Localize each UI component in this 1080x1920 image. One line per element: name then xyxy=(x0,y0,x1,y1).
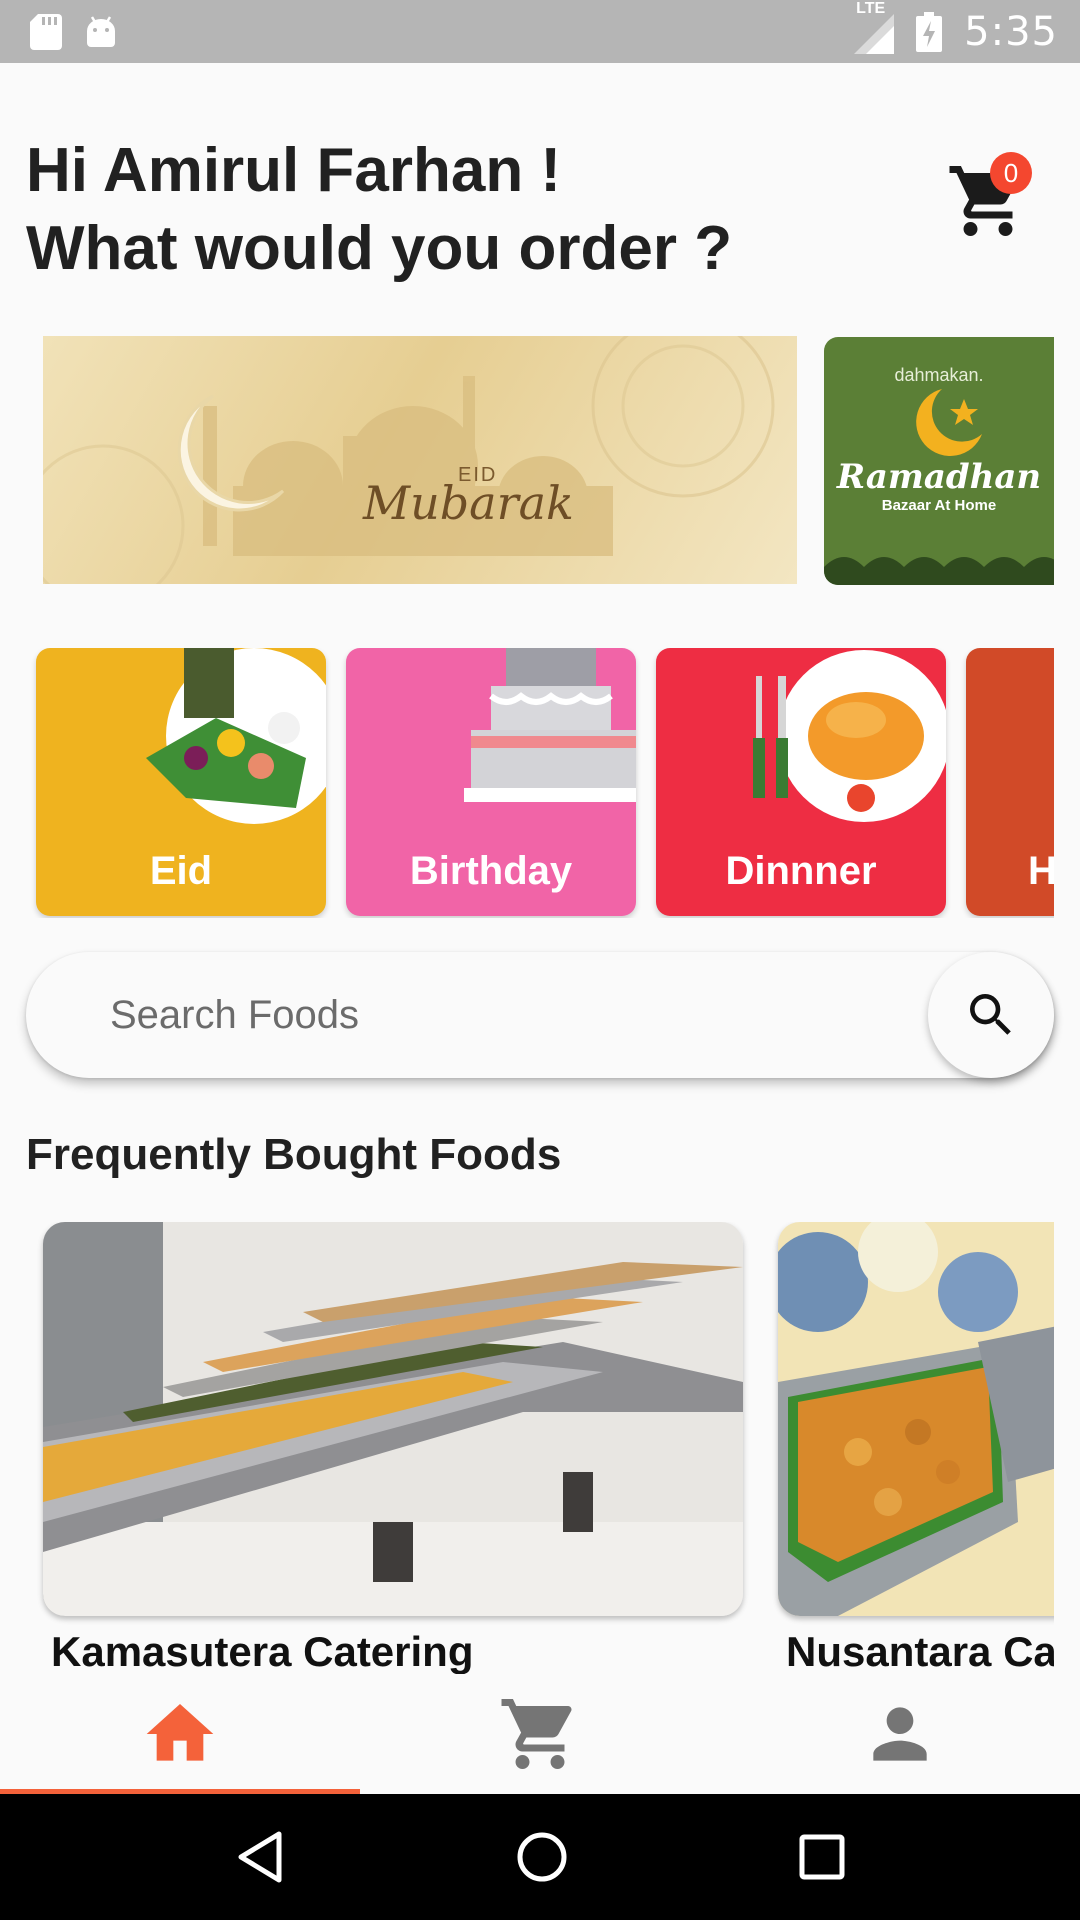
food-name: Kamasutera Catering xyxy=(51,1628,474,1674)
roast-chicken-image xyxy=(753,650,946,822)
home-icon xyxy=(146,1704,214,1761)
category-label: Dinnner xyxy=(725,849,877,893)
search-button[interactable] xyxy=(928,952,1054,1078)
category-carousel[interactable]: Eid Birthday Dinnner H xyxy=(0,648,1054,918)
search-input[interactable] xyxy=(110,982,890,1048)
recents-icon[interactable] xyxy=(799,1834,845,1880)
ramadhan-bazaar-banner[interactable]: dahmakan. Ramadhan Bazaar At Home xyxy=(824,337,1054,585)
category-label: H xyxy=(1028,849,1054,893)
sd-card-icon xyxy=(30,13,62,50)
category-label: Eid xyxy=(149,849,213,893)
bazaar-subtitle: Bazaar At Home xyxy=(881,497,997,514)
greeting-line: Hi Amirul Farhan ! xyxy=(26,136,562,205)
nav-home[interactable] xyxy=(0,1674,360,1794)
nav-profile[interactable] xyxy=(720,1674,1080,1794)
category-dinner[interactable]: Dinnner xyxy=(656,648,946,916)
category-eid[interactable]: Eid xyxy=(36,648,326,916)
question-line: What would you order ? xyxy=(26,214,733,283)
system-navigation-bar xyxy=(0,1794,1080,1920)
catering-buffet-image xyxy=(43,1222,743,1616)
profile-icon xyxy=(873,1707,927,1761)
cart-button[interactable]: 0 xyxy=(946,148,1046,248)
food-name: Nusantara Cat xyxy=(786,1628,1054,1674)
food-card[interactable]: Kamasutera Catering xyxy=(43,1222,743,1674)
status-bar: LTE 5:35 xyxy=(0,0,1080,63)
back-icon[interactable] xyxy=(235,1830,285,1884)
food-carousel[interactable]: Kamasutera Catering Nusantara Cat xyxy=(0,1222,1054,1674)
category-partial[interactable]: H xyxy=(966,648,1054,916)
search-icon xyxy=(970,994,1011,1035)
mosque-skyline-illustration xyxy=(43,336,775,584)
clock: 5:35 xyxy=(964,8,1058,55)
cart-count-badge: 0 xyxy=(990,152,1032,194)
category-label: Birthday xyxy=(409,849,573,893)
page-title: Hi Amirul Farhan ! What would you order … xyxy=(26,132,846,288)
cart-icon xyxy=(501,1699,572,1769)
search-bar xyxy=(26,952,1054,1078)
category-birthday[interactable]: Birthday xyxy=(346,648,636,916)
signal-icon: LTE xyxy=(844,0,895,54)
promo-banner-carousel[interactable]: EID Mubarak dahmakan. Ramadhan Bazaar At… xyxy=(0,336,1080,586)
android-icon xyxy=(87,15,115,47)
battery-charging-icon xyxy=(916,11,943,52)
section-title: Frequently Bought Foods xyxy=(26,1130,562,1179)
mubarak-label: Mubarak xyxy=(363,476,574,530)
catering-buffet-image xyxy=(778,1222,1054,1616)
eid-mubarak-banner[interactable]: EID Mubarak xyxy=(43,336,797,584)
ramadhan-title: Ramadhan xyxy=(836,457,1042,497)
food-card[interactable]: Nusantara Cat xyxy=(778,1222,1054,1674)
cake-image xyxy=(464,648,636,802)
home-circle-icon[interactable] xyxy=(516,1831,568,1883)
ketupat-plate-image xyxy=(146,648,326,824)
nav-cart[interactable] xyxy=(360,1674,720,1794)
bottom-navigation xyxy=(0,1674,1080,1794)
